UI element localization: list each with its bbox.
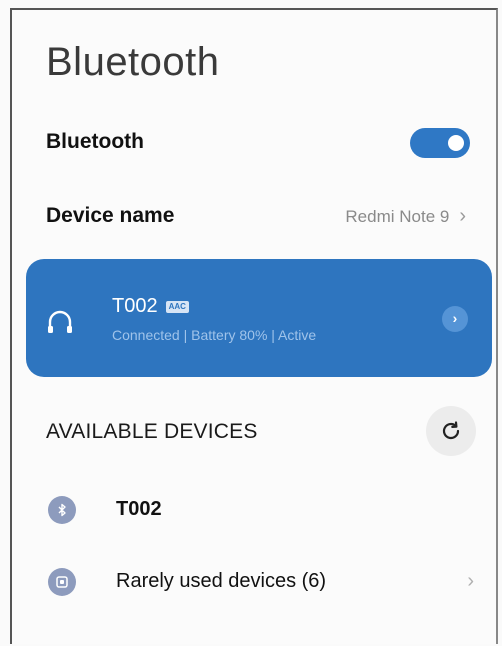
chevron-right-icon: › (467, 570, 474, 592)
headphones-icon (48, 310, 72, 333)
device-name-value-wrap: Redmi Note 9 › (345, 205, 466, 228)
available-devices-header: AVAILABLE DEVICES (46, 420, 258, 443)
bluetooth-toggle[interactable] (410, 128, 470, 158)
toggle-knob (448, 135, 464, 151)
list-item-t002[interactable]: T002 (30, 484, 480, 536)
bluetooth-icon (48, 496, 76, 524)
list-item-rarely-used[interactable]: Rarely used devices (6) › (30, 556, 480, 608)
connected-device-name: T002 (112, 295, 158, 317)
device-name-value: Redmi Note 9 (345, 206, 450, 226)
device-name-label: Device name (46, 204, 175, 227)
device-details-button[interactable]: › (442, 306, 468, 332)
page-title: Bluetooth (46, 40, 220, 84)
refresh-icon (442, 421, 460, 440)
codec-badge: AAC (165, 300, 189, 313)
refresh-button[interactable] (426, 406, 476, 456)
connected-device-name-wrap: T002 AAC (112, 295, 189, 318)
connected-device-status: Connected | Battery 80% | Active (112, 327, 317, 343)
list-item-label: T002 (116, 498, 162, 520)
chevron-right-icon: › (459, 205, 466, 227)
devices-icon (48, 568, 76, 596)
list-item-label: Rarely used devices (6) (116, 570, 327, 592)
connected-device-card[interactable]: T002 AAC Connected | Battery 80% | Activ… (26, 259, 492, 377)
bluetooth-label: Bluetooth (46, 130, 144, 153)
